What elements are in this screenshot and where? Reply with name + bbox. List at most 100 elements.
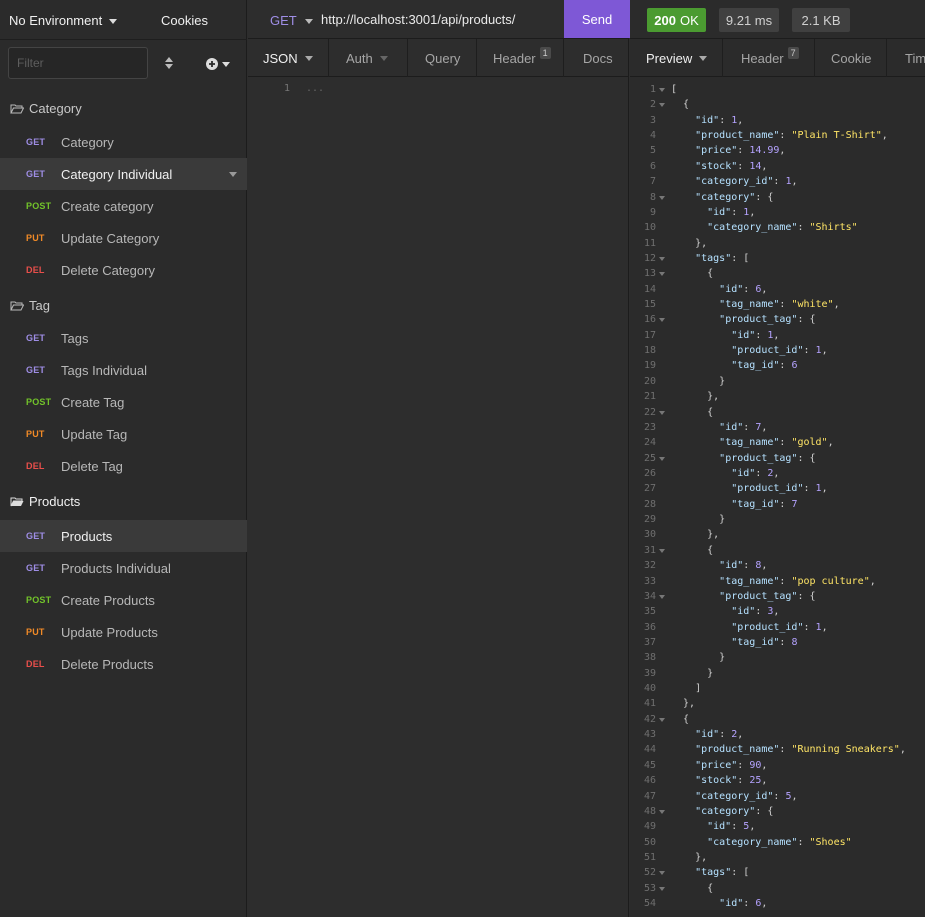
tab-cookie[interactable]: Cookie xyxy=(831,39,871,77)
fold-toggle-icon[interactable] xyxy=(659,195,665,200)
chevron-down-icon xyxy=(379,55,388,61)
fold-toggle-icon[interactable] xyxy=(659,594,665,599)
request-item-tags-individual[interactable]: GET Tags Individual xyxy=(0,354,247,386)
tab-preview[interactable]: Preview xyxy=(646,39,708,77)
code-text: "product_name": "Running Sneakers", xyxy=(695,744,906,756)
header-count-badge: 1 xyxy=(539,47,551,59)
fold-toggle-icon[interactable] xyxy=(659,548,665,553)
fold-toggle-icon[interactable] xyxy=(659,456,665,461)
request-item-label: Products Individual xyxy=(61,560,171,576)
tab-timeline[interactable]: Timeline xyxy=(905,39,925,77)
code-text: } xyxy=(671,667,714,679)
response-json-viewer[interactable]: 1[2 {3 "id": 1, 4 "product_name": "Plain … xyxy=(630,82,925,911)
request-item-create-category[interactable]: POST Create category xyxy=(0,190,247,222)
tab-query[interactable]: Query xyxy=(425,39,460,77)
code-line: 8 "category": { xyxy=(630,190,925,205)
status-code: 200 xyxy=(654,12,676,28)
status-badge: 200 OK xyxy=(647,8,706,32)
add-request-button[interactable] xyxy=(204,56,232,72)
method-badge: GET xyxy=(26,563,46,573)
request-item-delete-tag[interactable]: DEL Delete Tag xyxy=(0,450,247,482)
sort-icon xyxy=(165,57,173,69)
fold-toggle-icon[interactable] xyxy=(659,318,665,323)
code-text: [ xyxy=(671,84,678,95)
line-number: 45 xyxy=(643,759,656,771)
line-number: 35 xyxy=(643,606,656,618)
tab-auth-label: Auth xyxy=(346,50,373,66)
tab-divider xyxy=(814,39,815,77)
folder-products[interactable]: Products xyxy=(10,494,80,509)
line-number: 9 xyxy=(649,206,656,218)
line-number: 1 xyxy=(284,83,291,94)
response-header-count-badge: 7 xyxy=(787,47,799,59)
code-line: 49 "id": 5, xyxy=(630,819,925,834)
tab-auth[interactable]: Auth xyxy=(346,39,388,77)
fold-toggle-icon[interactable] xyxy=(659,886,665,891)
fold-toggle-icon[interactable] xyxy=(659,410,665,415)
cookies-button[interactable]: Cookies xyxy=(161,13,208,28)
sort-button[interactable] xyxy=(162,54,176,72)
method-selector[interactable]: GET xyxy=(270,13,313,28)
request-item-label: Products xyxy=(61,528,113,544)
code-line: 51 }, xyxy=(630,850,925,865)
code-line: 13 { xyxy=(630,266,925,281)
code-text: { xyxy=(671,268,714,280)
code-text: "category_id": 5, xyxy=(695,790,798,802)
line-number: 54 xyxy=(643,898,656,910)
status-text: OK xyxy=(679,12,699,28)
request-item-update-products[interactable]: PUT Update Products xyxy=(0,616,247,648)
method-badge: DEL xyxy=(26,461,45,471)
fold-toggle-icon[interactable] xyxy=(659,103,665,108)
code-line: 42 { xyxy=(630,712,925,727)
code-line: 14 "id": 6, xyxy=(630,282,925,297)
request-item-update-category[interactable]: PUT Update Category xyxy=(0,222,247,254)
method-badge: GET xyxy=(26,137,46,147)
chevron-down-icon[interactable] xyxy=(229,172,237,177)
line-number: 43 xyxy=(643,729,656,741)
fold-toggle-icon[interactable] xyxy=(659,717,665,722)
tab-header[interactable]: Header 1 xyxy=(493,39,551,77)
request-item-delete-products[interactable]: DEL Delete Products xyxy=(0,648,247,680)
filter-input[interactable] xyxy=(8,47,148,79)
request-item-products-individual[interactable]: GET Products Individual xyxy=(0,552,247,584)
fold-toggle-icon[interactable] xyxy=(659,88,665,92)
fold-toggle-icon[interactable] xyxy=(659,272,665,277)
request-item-label: Category xyxy=(61,134,114,150)
request-item-category-individual[interactable]: GET Category Individual xyxy=(0,158,247,190)
response-tabs: Preview Header7 Cookie Timeline xyxy=(630,39,925,77)
code-line: 12 "tags": [ xyxy=(630,251,925,266)
tab-json[interactable]: JSON xyxy=(263,39,313,77)
code-text: "tag_id": 6 xyxy=(731,360,798,372)
line-number: 20 xyxy=(643,375,656,387)
request-item-category[interactable]: GET Category xyxy=(0,126,247,158)
fold-toggle-icon[interactable] xyxy=(659,809,665,814)
folder-tag[interactable]: Tag xyxy=(10,298,50,313)
request-item-products[interactable]: GET Products xyxy=(0,520,247,552)
code-line: 9 "id": 1, xyxy=(630,205,925,220)
request-item-create-tag[interactable]: POST Create Tag xyxy=(0,386,247,418)
folder-category[interactable]: Category xyxy=(10,101,82,116)
url-input[interactable]: http://localhost:3001/api/products/ xyxy=(321,12,515,27)
code-line: 53 { xyxy=(630,881,925,896)
fold-toggle-icon[interactable] xyxy=(659,871,665,876)
fold-toggle-icon[interactable] xyxy=(659,256,665,261)
folder-open-icon xyxy=(10,104,24,113)
line-number: 16 xyxy=(643,314,656,326)
request-item-update-tag[interactable]: PUT Update Tag xyxy=(0,418,247,450)
tab-response-header[interactable]: Header 7 xyxy=(741,39,799,77)
response-pane: 200 OK 9.21 ms 2.1 KB Preview Header 7 Coo… xyxy=(630,0,925,917)
request-item-label: Create Tag xyxy=(61,394,125,410)
request-item-create-products[interactable]: POST Create Products xyxy=(0,584,247,616)
environment-selector[interactable]: No Environment xyxy=(9,13,118,28)
code-line: 24 "tag_name": "gold", xyxy=(630,435,925,450)
tab-json-label: JSON xyxy=(263,50,298,66)
tab-docs[interactable]: Docs xyxy=(583,39,613,77)
send-button[interactable]: Send xyxy=(564,0,630,38)
line-number: 29 xyxy=(643,514,656,526)
line-number: 21 xyxy=(643,391,656,403)
request-item-tags[interactable]: GET Tags xyxy=(0,322,247,354)
code-text: "id": 3, xyxy=(731,606,780,618)
request-item-delete-category[interactable]: DEL Delete Category xyxy=(0,254,247,286)
code-text: "tag_id": 7 xyxy=(731,498,798,510)
method-badge: GET xyxy=(26,365,46,375)
